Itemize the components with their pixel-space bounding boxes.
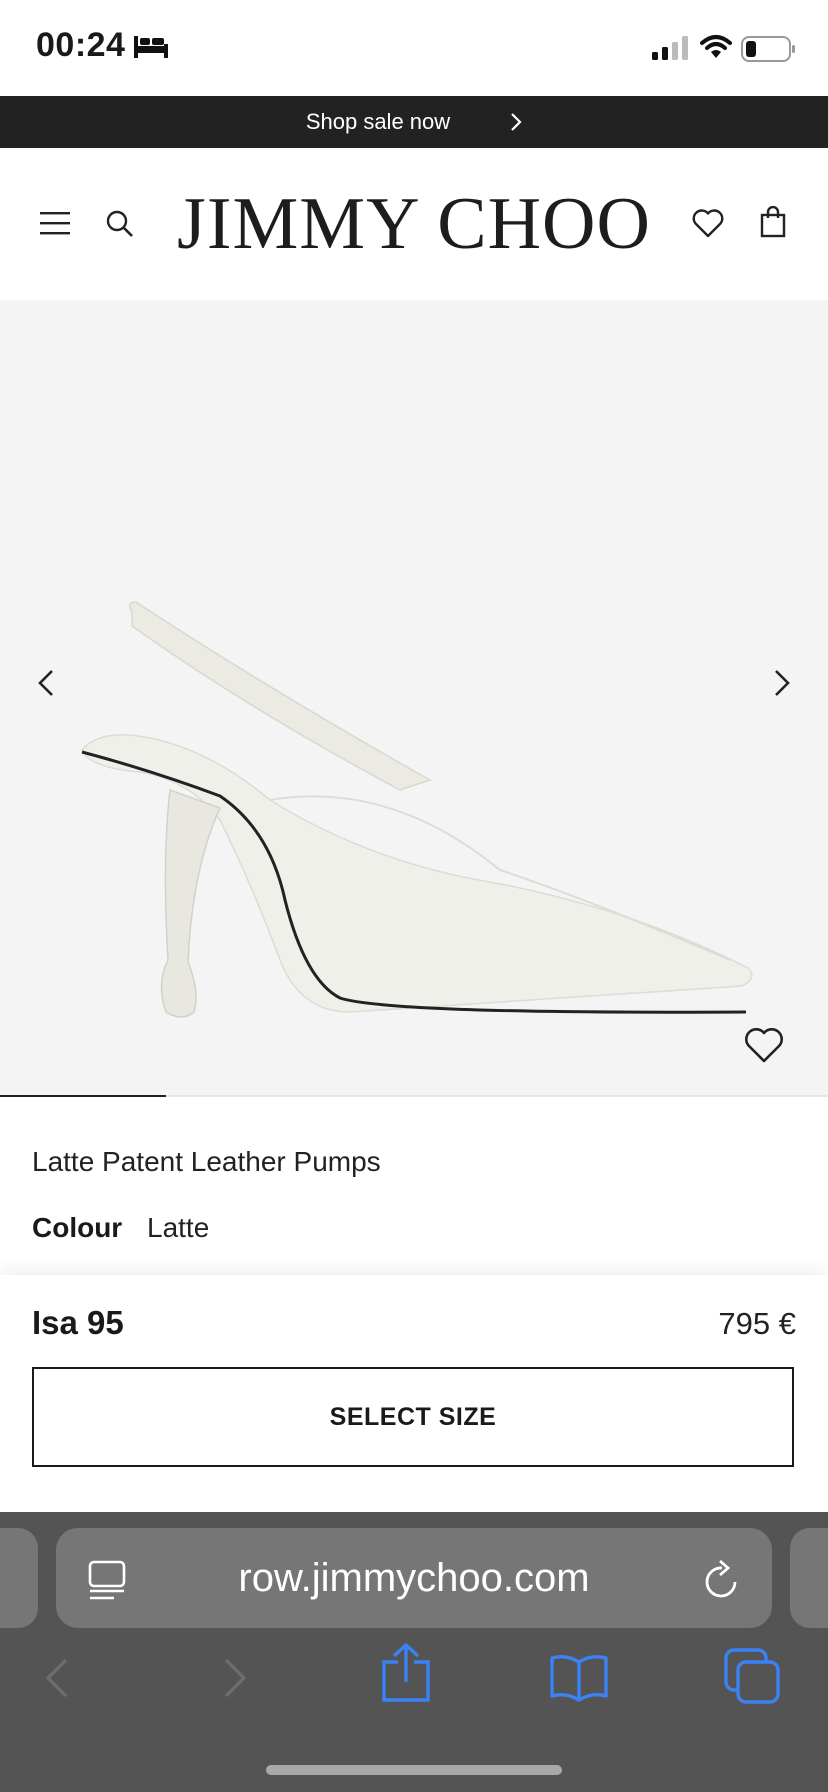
add-to-wishlist-heart-icon[interactable]	[744, 1026, 784, 1064]
cellular-signal-icon	[652, 36, 688, 60]
bookmarks-icon[interactable]	[548, 1652, 610, 1702]
product-price: 795 €	[718, 1306, 796, 1341]
url-text[interactable]: row.jimmychoo.com	[56, 1556, 772, 1601]
select-size-button[interactable]: SELECT SIZE	[32, 1367, 794, 1467]
tabs-overview-icon[interactable]	[724, 1648, 782, 1704]
product-title: Latte Patent Leather Pumps	[32, 1146, 381, 1177]
forward-arrow-icon[interactable]	[220, 1656, 250, 1700]
back-arrow-icon[interactable]	[42, 1656, 72, 1700]
promo-banner[interactable]: Shop sale now	[0, 96, 828, 148]
battery-icon	[741, 36, 795, 62]
status-time: 00:24	[36, 26, 126, 64]
select-size-label: SELECT SIZE	[329, 1402, 497, 1431]
next-tab-preview[interactable]	[790, 1528, 828, 1628]
chevron-right-icon[interactable]	[772, 668, 792, 698]
previous-tab-preview[interactable]	[0, 1528, 38, 1628]
product-model-name: Isa 95	[32, 1304, 124, 1341]
shopping-bag-icon[interactable]	[760, 206, 786, 238]
colour-value: Latte	[147, 1212, 210, 1243]
wishlist-heart-icon[interactable]	[692, 208, 724, 238]
chevron-right-icon	[511, 113, 522, 131]
colour-label: Colour	[32, 1212, 123, 1243]
gallery-progress-indicator	[0, 1095, 166, 1097]
chevron-left-icon[interactable]	[36, 668, 56, 698]
wifi-icon	[700, 35, 732, 58]
sleep-mode-icon	[134, 36, 168, 58]
home-indicator[interactable]	[266, 1765, 562, 1775]
share-icon[interactable]	[380, 1642, 432, 1704]
promo-banner-text: Shop sale now	[305, 109, 451, 134]
shoe-product-image	[81, 601, 753, 1018]
reload-icon[interactable]	[702, 1558, 742, 1600]
